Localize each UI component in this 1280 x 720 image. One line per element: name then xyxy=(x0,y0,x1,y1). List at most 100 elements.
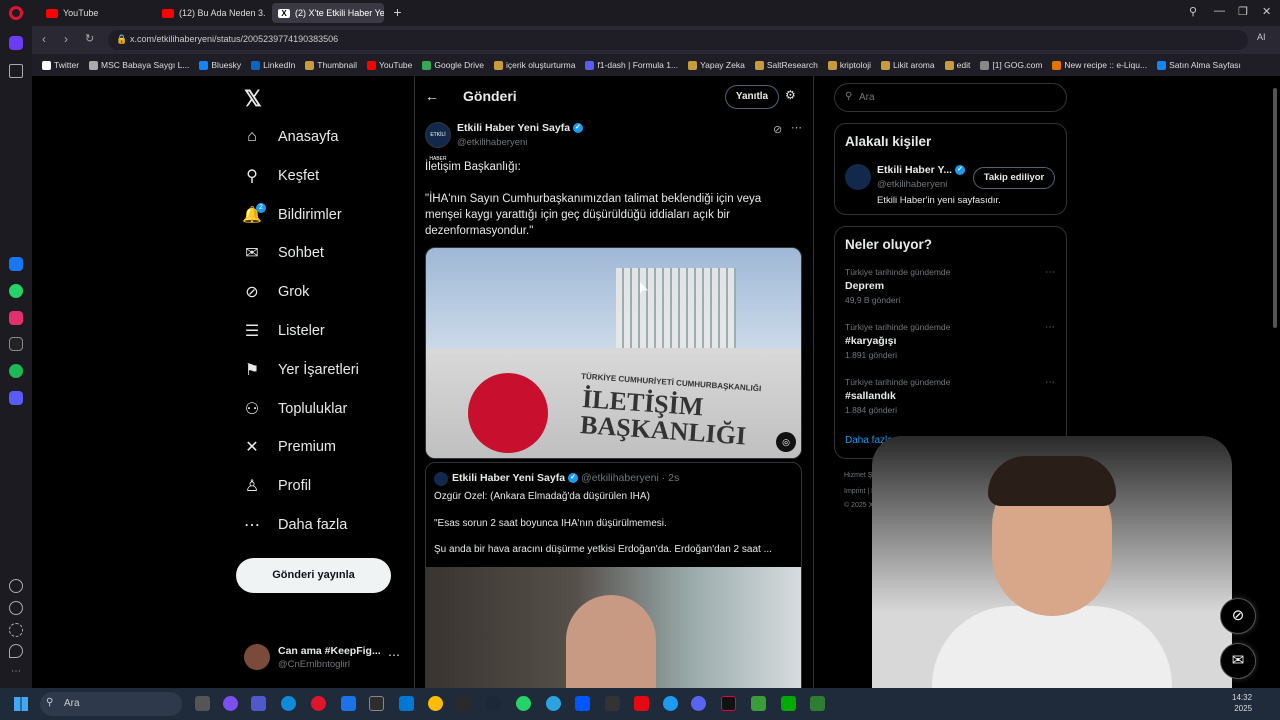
app-play-icon[interactable] xyxy=(781,696,796,711)
heart-icon[interactable] xyxy=(9,579,23,593)
more-icon[interactable]: ⋯ xyxy=(388,648,400,662)
grok-icon[interactable]: ⊘ xyxy=(773,123,782,136)
telegram-icon[interactable] xyxy=(546,696,561,711)
windows-start-icon[interactable] xyxy=(14,697,28,711)
instagram-icon[interactable] xyxy=(9,311,23,325)
nav-item[interactable]: ✉ Sohbet xyxy=(242,238,324,268)
back-arrow-icon[interactable]: ← xyxy=(425,88,439,104)
close-window-button[interactable]: ✕ xyxy=(1262,5,1271,18)
nav-item[interactable]: ⚑ Yer İşaretleri xyxy=(242,355,359,385)
reply-button[interactable]: Yanıtla xyxy=(725,85,779,109)
following-button[interactable]: Takip ediliyor xyxy=(973,167,1055,189)
post-handle[interactable]: @etkilihaberyeni xyxy=(457,137,527,148)
messenger-icon[interactable] xyxy=(9,257,23,271)
app-tray-icon[interactable] xyxy=(810,696,825,711)
settings-icon[interactable] xyxy=(9,623,23,637)
minimize-button[interactable]: — xyxy=(1214,5,1225,17)
discord-icon[interactable] xyxy=(691,696,706,711)
account-switcher[interactable]: Can ama #KeepFig... @CnErnlbntoglirl ⋯ xyxy=(244,642,414,672)
nav-item[interactable]: ⌂ Anasayfa xyxy=(242,122,338,152)
bookmark-item[interactable]: YouTube xyxy=(366,60,412,70)
bookmark-item[interactable]: f1-dash | Formula 1... xyxy=(585,60,678,70)
related-handle[interactable]: @etkilihaberyeni xyxy=(877,179,947,190)
history-icon[interactable] xyxy=(9,601,23,615)
media-options-icon[interactable]: ◎ xyxy=(776,432,796,452)
teams-icon[interactable] xyxy=(251,696,266,711)
nav-item[interactable]: ⋯ Daha fazla xyxy=(242,510,347,540)
search-input[interactable]: ⚲ Ara xyxy=(834,83,1067,112)
post-image[interactable]: TÜRKİYE CUMHURİYETİ CUMHURBAŞKANLIĞI İLE… xyxy=(425,247,802,459)
post-button[interactable]: Gönderi yayınla xyxy=(236,558,391,593)
bookmark-item[interactable]: kriptoloji xyxy=(827,60,871,70)
app-icon[interactable] xyxy=(369,696,384,711)
opera-logo-icon[interactable] xyxy=(9,6,23,20)
bookmark-item[interactable]: Likit aroma xyxy=(881,60,935,70)
bookmark-item[interactable]: Twitter xyxy=(42,60,79,70)
steam-icon[interactable] xyxy=(456,696,471,711)
x-logo-icon[interactable]: 𝕏 xyxy=(244,86,262,112)
url-field[interactable]: 🔒 x.com/etkilihaberyeni/status/200523977… xyxy=(108,30,1248,50)
more-icon[interactable]: ⋯ xyxy=(1045,267,1055,278)
scroll-thumb[interactable] xyxy=(1273,88,1277,328)
nav-item[interactable]: ♙ Profil xyxy=(242,471,311,501)
tab-youtube-video[interactable]: (12) Bu Ada Neden 3. Dün xyxy=(156,3,268,23)
bookmark-item[interactable]: Thumbnail xyxy=(305,60,357,70)
x-icon[interactable] xyxy=(9,337,23,351)
more-icon[interactable]: ⋯ xyxy=(9,666,23,680)
spotify-icon[interactable] xyxy=(9,364,23,378)
app-round-icon[interactable] xyxy=(663,696,678,711)
back-icon[interactable]: ‹ xyxy=(42,32,46,46)
location-icon[interactable] xyxy=(9,644,23,658)
bookmark-item[interactable]: Yapay Zeka xyxy=(688,60,745,70)
bookmark-item[interactable]: New recipe :: e-Liqu... xyxy=(1052,60,1147,70)
search-tabs-icon[interactable]: ⚲ xyxy=(1189,5,1197,18)
mail-app-icon[interactable] xyxy=(399,696,414,711)
post-avatar[interactable]: ETKİLİ HABER xyxy=(425,122,451,162)
bookmark-item[interactable]: Bluesky xyxy=(199,60,241,70)
related-avatar[interactable] xyxy=(845,164,871,190)
taskbar-clock[interactable]: 14:32 2025 xyxy=(1232,692,1252,714)
trend-item[interactable]: Türkiye tarihinde gündemde Deprem 49,9 B g… xyxy=(845,267,1055,305)
reload-icon[interactable]: ↻ xyxy=(85,32,94,45)
netflix-icon[interactable] xyxy=(634,696,649,711)
quoted-post[interactable]: Etkili Haber Yeni Sayfa ✓ @etkilihaberyeni… xyxy=(425,462,802,688)
whatsapp-icon[interactable] xyxy=(9,284,23,298)
tab-x-post[interactable]: X (2) X'te Etkili Haber Yeni S xyxy=(272,3,384,23)
copilot-icon[interactable] xyxy=(223,696,238,711)
nav-item[interactable]: ⚲ Keşfet xyxy=(242,161,319,191)
edge-icon[interactable] xyxy=(281,696,296,711)
nav-item[interactable]: ⊘ Grok xyxy=(242,277,309,307)
steam-client-icon[interactable] xyxy=(486,696,501,711)
task-view-icon[interactable] xyxy=(195,696,210,711)
new-tab-button[interactable]: + xyxy=(391,5,404,19)
bookmark-item[interactable]: Google Drive xyxy=(422,60,484,70)
scrollbar[interactable] xyxy=(1270,76,1280,688)
trend-item[interactable]: Türkiye tarihinde gündemde #sallandık 1.88… xyxy=(845,377,1055,415)
maximize-button[interactable]: ❐ xyxy=(1238,5,1248,18)
more-icon[interactable]: ⋯ xyxy=(791,121,802,134)
player-icon[interactable] xyxy=(9,391,23,405)
tiktok-icon[interactable] xyxy=(721,696,736,711)
home-icon[interactable] xyxy=(9,36,23,50)
post-author[interactable]: Etkili Haber Yeni Sayfa ✓ xyxy=(457,122,584,134)
epic-games-icon[interactable] xyxy=(605,696,620,711)
bookmark-item[interactable]: LinkedIn xyxy=(251,60,295,70)
more-icon[interactable]: ⋯ xyxy=(1045,377,1055,388)
app-blue-icon[interactable] xyxy=(575,696,590,711)
bookmark-item[interactable]: edit xyxy=(944,60,970,70)
forward-icon[interactable]: › xyxy=(64,32,68,46)
nav-item[interactable]: ☰ Listeler xyxy=(242,316,325,346)
trend-item[interactable]: Türkiye tarihinde gündemde #karyağışı 1.89… xyxy=(845,322,1055,360)
ai-label[interactable]: AI xyxy=(1257,32,1266,42)
grok-fab-icon[interactable]: ⊘ xyxy=(1220,598,1256,634)
filter-icon[interactable]: ⚙ xyxy=(785,88,796,102)
taskbar-search[interactable]: ⚲ Ara xyxy=(40,692,182,716)
bookmark-item[interactable]: Satın Alma Sayfası xyxy=(1157,60,1241,70)
whatsapp-icon[interactable] xyxy=(516,696,531,711)
bookmark-item[interactable]: SaltResearch xyxy=(754,60,818,70)
messages-fab-icon[interactable]: ✉ xyxy=(1220,643,1256,679)
tab-youtube[interactable]: YouTube xyxy=(40,3,152,23)
app-l-icon[interactable] xyxy=(341,696,356,711)
more-icon[interactable]: ⋯ xyxy=(1045,322,1055,333)
related-name[interactable]: Etkili Haber Y... ✓ xyxy=(877,164,966,176)
